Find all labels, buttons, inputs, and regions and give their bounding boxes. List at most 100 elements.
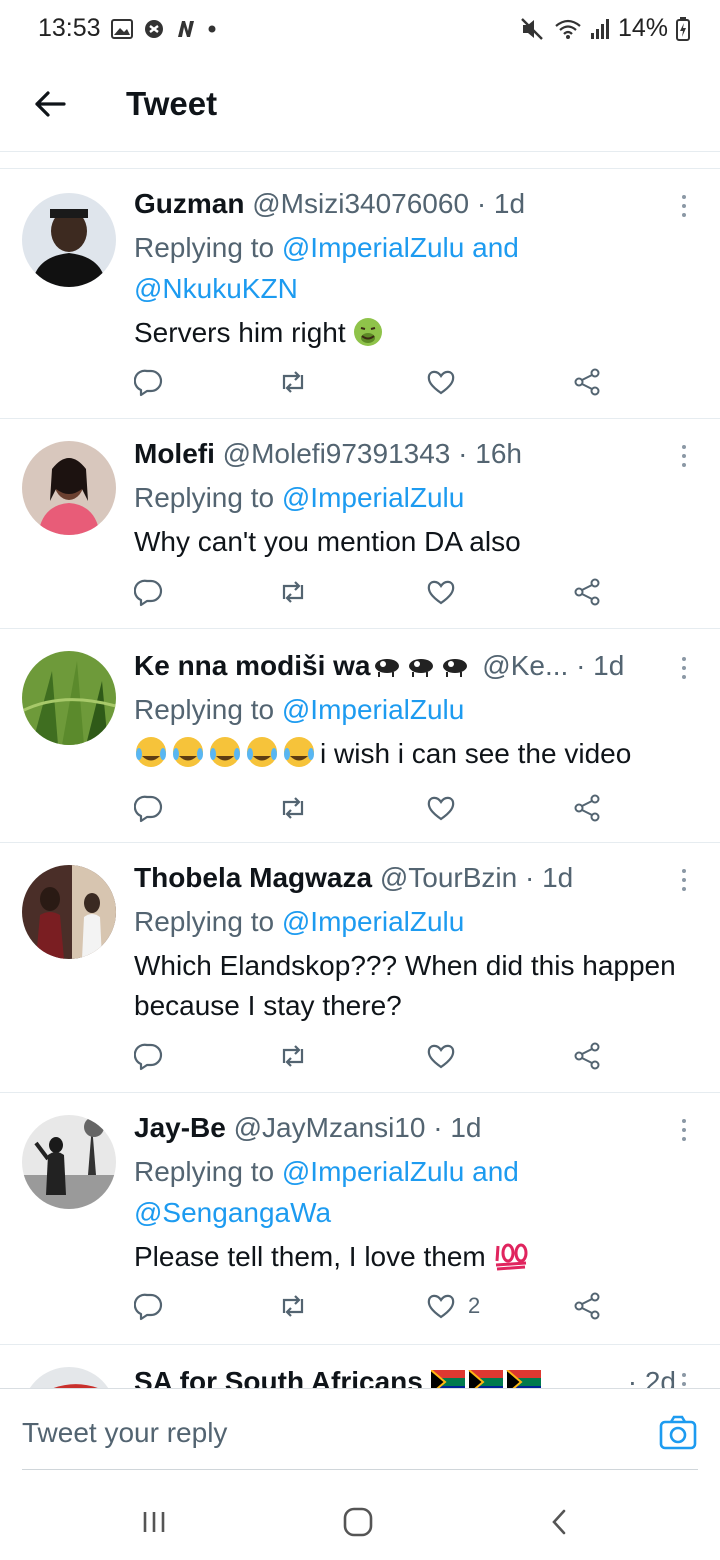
tweet-time: · 1d: [524, 862, 574, 893]
replying-to: Replying to @ImperialZulu and @NkukuKZN: [134, 227, 676, 309]
status-time: 13:53: [38, 14, 101, 42]
reply-icon[interactable]: [134, 367, 164, 397]
like-icon[interactable]: [426, 367, 468, 397]
hundred-points-emoji: [495, 1243, 528, 1271]
retweet-icon[interactable]: [278, 577, 308, 607]
reply-icon[interactable]: [134, 1041, 164, 1071]
tweet-card[interactable]: Guzman @Msizi34076060 · 1d Replying to @…: [0, 169, 720, 419]
share-icon[interactable]: [572, 793, 602, 823]
tweet-text: Please tell them, I love them: [134, 1237, 676, 1277]
tweet-card[interactable]: Molefi @Molefi97391343 · 16h Replying to…: [0, 419, 720, 629]
avatar[interactable]: [22, 865, 116, 959]
share-icon[interactable]: [572, 1041, 602, 1071]
tweet-header: Thobela Magwaza @TourBzin · 1d: [134, 861, 676, 895]
reply-composer: Tweet your reply: [0, 1388, 720, 1478]
replying-to-label: Replying to: [134, 694, 275, 725]
user-handle[interactable]: @TourBzin: [380, 862, 517, 893]
avatar[interactable]: [22, 1367, 116, 1388]
tweet-text-content: Servers him right: [134, 317, 346, 348]
status-bar: 13:53 14%: [0, 0, 720, 60]
nauseated-face-emoji: [354, 318, 383, 346]
tweet-header: SA for South Africans · 2d: [134, 1365, 676, 1388]
more-options-icon[interactable]: [674, 653, 694, 683]
tweet-actions: 2: [134, 1291, 614, 1327]
n-icon: [175, 18, 197, 40]
shield-icon: [143, 18, 165, 40]
tweet-card[interactable]: Thobela Magwaza @TourBzin · 1d Replying …: [0, 843, 720, 1093]
tweet-text: Servers him right: [134, 313, 676, 353]
replying-to: Replying to @ImperialZulu: [134, 901, 676, 942]
cow-emoji-group: [371, 650, 475, 681]
display-name[interactable]: Jay-Be: [134, 1112, 226, 1143]
replying-to-label: Replying to: [134, 1156, 275, 1187]
avatar[interactable]: [22, 193, 116, 287]
share-icon[interactable]: [572, 367, 602, 397]
back-icon[interactable]: [540, 1502, 580, 1542]
replying-to: Replying to @ImperialZulu and @SengangaW…: [134, 1151, 676, 1233]
tweet-time: · 1d: [433, 1112, 482, 1143]
reply-icon[interactable]: [134, 577, 164, 607]
tweet-text: i wish i can see the video: [134, 734, 676, 774]
tweet-card[interactable]: Jay-Be @JayMzansi10 · 1d Replying to @Im…: [0, 1093, 720, 1345]
mention-link[interactable]: @ImperialZulu: [282, 694, 464, 725]
arrow-left-icon[interactable]: [30, 84, 70, 124]
recents-icon[interactable]: [134, 1502, 174, 1542]
tweet-actions: [134, 577, 614, 613]
more-options-icon[interactable]: [674, 1115, 694, 1145]
tweet-card[interactable]: SA for South Africans · 2d: [0, 1345, 720, 1388]
display-name[interactable]: Molefi: [134, 438, 215, 469]
more-options-icon[interactable]: [674, 191, 694, 221]
user-handle[interactable]: @Msizi34076060: [252, 188, 469, 219]
user-handle[interactable]: @JayMzansi10: [234, 1112, 426, 1143]
share-icon[interactable]: [572, 1291, 602, 1321]
retweet-icon[interactable]: [278, 1291, 308, 1321]
like-icon[interactable]: [426, 793, 468, 823]
avatar[interactable]: [22, 1115, 116, 1209]
gallery-icon: [110, 18, 133, 39]
dot-icon: [207, 24, 217, 34]
display-name[interactable]: SA for South Africans: [134, 1366, 423, 1388]
like-icon[interactable]: [426, 577, 468, 607]
user-handle[interactable]: @Ke...: [482, 650, 568, 681]
top-app-bar: Tweet: [0, 60, 720, 152]
replies-list[interactable]: Guzman @Msizi34076060 · 1d Replying to @…: [0, 168, 720, 1388]
reply-icon[interactable]: [134, 1291, 164, 1321]
tweet-actions: [134, 793, 614, 829]
more-options-icon[interactable]: [674, 1369, 694, 1388]
retweet-icon[interactable]: [278, 367, 308, 397]
avatar[interactable]: [22, 441, 116, 535]
battery-icon: [676, 16, 690, 41]
like-count: 2: [468, 1293, 481, 1318]
tweet-header: Ke nna modiši wa @Ke... · 1d: [134, 649, 676, 683]
tweet-text: Why can't you mention DA also: [134, 526, 521, 557]
display-name[interactable]: Thobela Magwaza: [134, 862, 372, 893]
tweet-actions: [134, 1041, 614, 1077]
south-africa-flag-emoji-group: [429, 1366, 541, 1388]
avatar[interactable]: [22, 651, 116, 745]
retweet-icon[interactable]: [278, 1041, 308, 1071]
like-icon[interactable]: [426, 1041, 468, 1071]
mention-link[interactable]: @ImperialZulu: [282, 482, 464, 513]
more-options-icon[interactable]: [674, 441, 694, 471]
home-icon[interactable]: [338, 1502, 378, 1542]
tweet-actions: [134, 367, 614, 403]
tweet-card[interactable]: Ke nna modiši wa @Ke... · 1d Replying to…: [0, 629, 720, 843]
replying-to-label: Replying to: [134, 482, 275, 513]
like-icon[interactable]: 2: [426, 1291, 480, 1321]
display-name[interactable]: Ke nna modiši wa: [134, 650, 371, 681]
reply-input[interactable]: Tweet your reply: [22, 1417, 227, 1449]
reply-icon[interactable]: [134, 793, 164, 823]
replying-to-label: Replying to: [134, 232, 275, 263]
display-name[interactable]: Guzman: [134, 188, 244, 219]
tweet-time: · 16h: [458, 438, 522, 469]
camera-icon[interactable]: [658, 1413, 698, 1453]
more-options-icon[interactable]: [674, 865, 694, 895]
retweet-icon[interactable]: [278, 793, 308, 823]
tweet-header: Jay-Be @JayMzansi10 · 1d: [134, 1111, 676, 1145]
tweet-text: Which Elandskop??? When did this happen …: [134, 950, 676, 1021]
user-handle[interactable]: @Molefi97391343: [223, 438, 451, 469]
mention-link[interactable]: @ImperialZulu: [282, 906, 464, 937]
tweet-header: Guzman @Msizi34076060 · 1d: [134, 187, 676, 221]
tweet-time: · 2d: [627, 1366, 676, 1388]
share-icon[interactable]: [572, 577, 602, 607]
